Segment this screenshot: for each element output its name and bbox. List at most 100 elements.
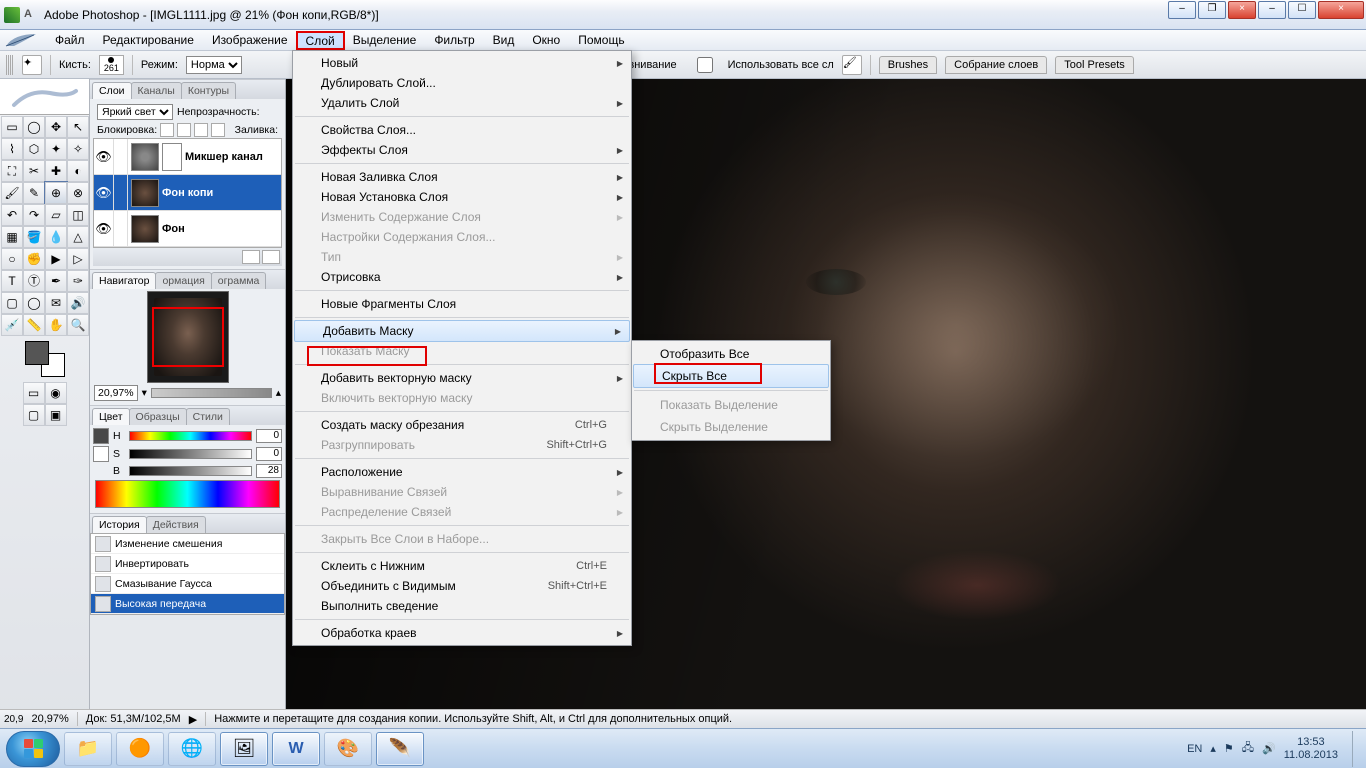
tab-color[interactable]: Цвет [92, 408, 130, 425]
taskbar-mediaplayer[interactable]: 🟠 [116, 732, 164, 766]
hue-slider[interactable] [129, 431, 252, 441]
tab-histogram[interactable]: ограмма [211, 272, 267, 289]
rect-tool[interactable]: ▢ [1, 292, 23, 314]
pencil-tool[interactable]: ✎ [23, 182, 45, 204]
layer-name[interactable]: Микшер канал [185, 151, 263, 163]
zoom-slider[interactable] [151, 388, 272, 398]
tray-volume-icon[interactable]: 🔊 [1262, 742, 1276, 755]
lock-pos-icon[interactable] [194, 123, 208, 137]
gradient-tool[interactable]: ▦ [1, 226, 23, 248]
layer-fx-icon[interactable] [242, 250, 260, 264]
marquee-ellipse-tool[interactable]: ◯ [23, 116, 45, 138]
fg-color-swatch[interactable] [25, 341, 49, 365]
visibility-icon[interactable]: 👁 [94, 211, 114, 246]
freeform-pen-tool[interactable]: ✑ [67, 270, 89, 292]
menu-item-new-fill[interactable]: Новая Заливка Слоя [293, 167, 631, 187]
taskbar-word[interactable]: W [272, 732, 320, 766]
menu-item-delete[interactable]: Удалить Слой [293, 93, 631, 113]
tab-brushes[interactable]: Brushes [879, 56, 937, 74]
tray-clock[interactable]: 13:53 11.08.2013 [1284, 736, 1344, 762]
quickmask-mode-icon[interactable]: ◉ [45, 382, 67, 404]
menu-image[interactable]: Изображение [203, 31, 297, 49]
marquee-tool[interactable]: ▭ [1, 116, 23, 138]
menu-item-add-mask[interactable]: Добавить Маску [294, 320, 630, 342]
taskbar-paint[interactable]: 🎨 [324, 732, 372, 766]
sat-slider[interactable] [129, 449, 252, 459]
burn-tool[interactable]: ✊ [23, 248, 45, 270]
h-value[interactable]: 0 [256, 429, 282, 443]
minimize-button[interactable]: – [1258, 1, 1286, 19]
menu-file[interactable]: Файл [46, 31, 94, 49]
status-doc-size[interactable]: Док: 51,3M/102,5M [86, 713, 181, 725]
zoom-value[interactable]: 20,97% [94, 385, 138, 401]
type-vert-tool[interactable]: Ⓣ [23, 270, 45, 292]
layer-name[interactable]: Фон копи [162, 187, 213, 199]
tab-styles[interactable]: Стили [186, 408, 230, 425]
eyedropper-tool[interactable]: 💉 [1, 314, 23, 336]
tab-info[interactable]: ормация [155, 272, 211, 289]
tab-swatches[interactable]: Образцы [129, 408, 187, 425]
layer-mask-icon[interactable] [262, 250, 280, 264]
inner-minimize-button[interactable]: – [1168, 1, 1196, 19]
crop-tool[interactable]: ⛶ [1, 160, 23, 182]
color-swatch-bg[interactable] [93, 446, 109, 462]
tab-layer-comps[interactable]: Собрание слоев [945, 56, 1047, 74]
history-item[interactable]: Инвертировать [91, 554, 284, 574]
menu-select[interactable]: Выделение [344, 31, 426, 49]
taskbar-viewer[interactable]: 🖼 [220, 732, 268, 766]
layer-thumb[interactable] [131, 179, 159, 207]
tray-network-icon[interactable]: 🖧 [1242, 739, 1254, 758]
blend-mode-dropdown[interactable]: Яркий свет [97, 104, 173, 120]
lock-all-icon[interactable] [211, 123, 225, 137]
menu-item-properties[interactable]: Свойства Слоя... [293, 120, 631, 140]
link-icon[interactable] [114, 211, 128, 246]
tray-flag-icon[interactable]: ⚑ [1224, 742, 1234, 755]
start-button[interactable] [6, 731, 60, 767]
tool-preset-icon[interactable]: ✦ [22, 55, 42, 75]
use-all-layers-checkbox[interactable] [685, 57, 725, 73]
brush-size-value[interactable]: 261 [104, 63, 119, 73]
menu-view[interactable]: Вид [484, 31, 524, 49]
slice-tool[interactable]: ✂ [23, 160, 45, 182]
color-swatch-fg[interactable] [93, 428, 109, 444]
tab-channels[interactable]: Каналы [131, 82, 182, 99]
link-icon[interactable] [114, 175, 128, 210]
link-icon[interactable] [114, 139, 128, 174]
menu-help[interactable]: Помощь [569, 31, 633, 49]
menu-item-new-adjust[interactable]: Новая Установка Слоя [293, 187, 631, 207]
tab-paths[interactable]: Контуры [181, 82, 236, 99]
pattern-stamp-tool[interactable]: ⊗ [67, 182, 89, 204]
menu-item-merge-down[interactable]: Склеить с НижнимCtrl+E [293, 556, 631, 576]
layer-name[interactable]: Фон [162, 223, 185, 235]
tab-tool-presets[interactable]: Tool Presets [1055, 56, 1134, 74]
bri-slider[interactable] [129, 466, 252, 476]
blur-tool[interactable]: 💧 [45, 226, 67, 248]
dodge-tool[interactable]: ○ [1, 248, 23, 270]
type-tool[interactable]: T [1, 270, 23, 292]
menu-window[interactable]: Окно [523, 31, 569, 49]
navigator-view-rect[interactable] [152, 307, 224, 367]
poly-lasso-tool[interactable]: ⬡ [23, 138, 45, 160]
menu-edit[interactable]: Редактирование [94, 31, 203, 49]
history-item[interactable]: Высокая передача [91, 594, 284, 614]
inner-restore-button[interactable]: ❐ [1198, 1, 1226, 19]
layer-row[interactable]: 👁 Микшер канал [94, 139, 281, 175]
bg-eraser-tool[interactable]: ◫ [67, 204, 89, 226]
tray-lang[interactable]: EN [1187, 743, 1202, 755]
move-tool[interactable]: ✥ [45, 116, 67, 138]
ellipse-tool[interactable]: ◯ [23, 292, 45, 314]
layer-thumb[interactable] [131, 143, 159, 171]
tab-actions[interactable]: Действия [146, 516, 206, 533]
heal-tool[interactable]: ✚ [45, 160, 67, 182]
pen-tool[interactable]: ✒ [45, 270, 67, 292]
lock-pixels-icon[interactable] [177, 123, 191, 137]
menu-item-duplicate[interactable]: Дублировать Слой... [293, 73, 631, 93]
menu-item-merge-visible[interactable]: Объединить с ВидимымShift+Ctrl+E [293, 576, 631, 596]
brush-tool[interactable]: 🖌 [1, 182, 23, 204]
inner-close-button[interactable]: × [1228, 1, 1256, 19]
layer-row[interactable]: 👁 Фон [94, 211, 281, 247]
visibility-icon[interactable]: 👁 [94, 139, 114, 174]
path-select-tool[interactable]: ▶ [45, 248, 67, 270]
lasso-tool[interactable]: ⌇ [1, 138, 23, 160]
taskbar-photoshop[interactable]: 🪶 [376, 732, 424, 766]
